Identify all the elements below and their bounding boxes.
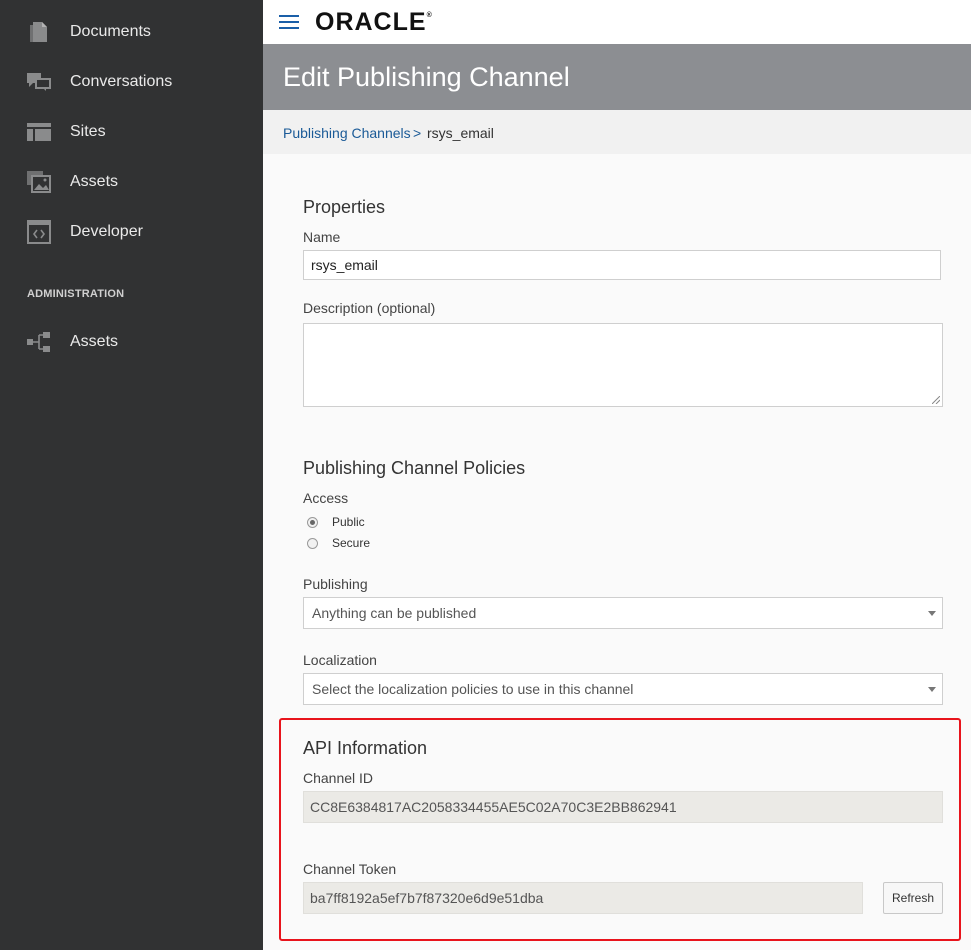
access-radio-public[interactable]: Public xyxy=(307,514,365,530)
breadcrumb-separator: > xyxy=(413,125,422,141)
chevron-down-icon xyxy=(928,687,936,692)
breadcrumb: Publishing Channels > rsys_email xyxy=(263,110,971,154)
publishing-label: Publishing xyxy=(303,576,368,592)
developer-icon xyxy=(26,219,52,245)
refresh-button[interactable]: Refresh xyxy=(883,882,943,914)
conversations-icon xyxy=(26,69,52,95)
publishing-select[interactable]: Anything can be published xyxy=(303,597,943,629)
oracle-logo: ORACLE® xyxy=(315,8,433,36)
page-title: Edit Publishing Channel xyxy=(283,62,570,92)
sidebar-item-documents[interactable]: Documents xyxy=(0,12,263,52)
radio-label-secure: Secure xyxy=(332,536,371,550)
channel-id-field[interactable]: CC8E6384817AC2058334455AE5C02A70C3E2BB86… xyxy=(303,791,943,823)
channel-id-label: Channel ID xyxy=(303,770,374,786)
sidebar-item-conversations[interactable]: Conversations xyxy=(0,62,263,102)
sidebar-item-label: Assets xyxy=(70,173,119,190)
name-input[interactable]: rsys_email xyxy=(303,250,941,280)
publishing-select-value: Anything can be published xyxy=(312,605,477,621)
policies-heading: Publishing Channel Policies xyxy=(303,458,526,478)
channel-token-label: Channel Token xyxy=(303,861,397,877)
main-content: Properties Name rsys_email Description (… xyxy=(263,154,971,950)
chevron-down-icon xyxy=(928,611,936,616)
document-icon xyxy=(26,19,52,45)
radio-label-public: Public xyxy=(332,515,365,529)
resize-grip-icon[interactable] xyxy=(932,396,940,404)
localization-label: Localization xyxy=(303,652,377,668)
hamburger-icon[interactable] xyxy=(279,15,299,29)
assets-icon xyxy=(26,169,52,195)
sidebar: Documents Conversations Sites Assets Dev… xyxy=(0,0,263,950)
name-label: Name xyxy=(303,229,341,245)
properties-heading: Properties xyxy=(303,197,386,217)
admin-section-heading: ADMINISTRATION xyxy=(27,288,125,300)
sidebar-item-label: Developer xyxy=(70,223,143,240)
sites-icon xyxy=(26,119,52,145)
sidebar-item-admin-assets[interactable]: Assets xyxy=(0,322,263,362)
description-label: Description (optional) xyxy=(303,300,436,316)
channel-token-field[interactable]: ba7ff8192a5ef7b7f87320e6d9e51dba xyxy=(303,882,863,914)
description-textarea[interactable] xyxy=(303,323,943,407)
asset-tree-icon xyxy=(26,329,52,355)
sidebar-item-label: Sites xyxy=(70,123,106,140)
localization-select-placeholder: Select the localization policies to use … xyxy=(312,681,634,697)
sidebar-item-assets[interactable]: Assets xyxy=(0,162,263,202)
radio-button[interactable] xyxy=(307,537,318,549)
title-band: Edit Publishing Channel xyxy=(263,44,971,110)
sidebar-item-developer[interactable]: Developer xyxy=(0,212,263,252)
access-label: Access xyxy=(303,490,349,506)
radio-button-selected[interactable] xyxy=(307,516,318,528)
breadcrumb-publishing-channels[interactable]: Publishing Channels xyxy=(283,125,411,141)
sidebar-item-label: Conversations xyxy=(70,73,173,90)
sidebar-item-sites[interactable]: Sites xyxy=(0,112,263,152)
breadcrumb-current: rsys_email xyxy=(427,125,494,141)
access-radio-secure[interactable]: Secure xyxy=(307,535,370,551)
sidebar-item-label: Documents xyxy=(70,23,151,40)
sidebar-item-label: Assets xyxy=(70,333,119,350)
top-bar: ORACLE® xyxy=(263,0,971,44)
localization-select[interactable]: Select the localization policies to use … xyxy=(303,673,943,705)
api-information-heading: API Information xyxy=(303,738,428,758)
